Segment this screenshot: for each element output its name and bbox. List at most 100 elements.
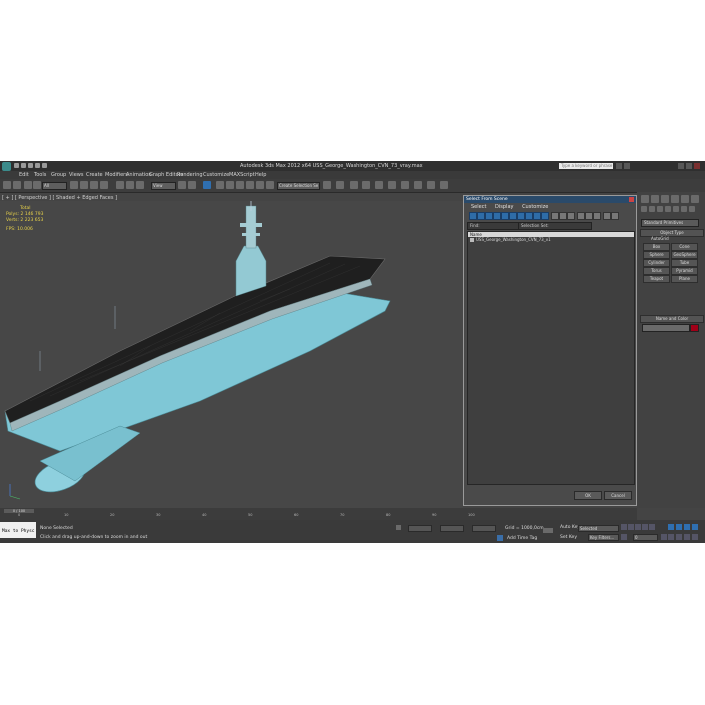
menu-create[interactable]: Create xyxy=(86,172,103,178)
dialog-menu-display[interactable]: Display xyxy=(495,203,513,211)
layer-manager-icon[interactable] xyxy=(350,181,358,189)
render-production-icon[interactable] xyxy=(440,181,448,189)
sort-icon[interactable] xyxy=(593,212,601,220)
play-icon[interactable] xyxy=(635,524,641,530)
x-coordinate-field[interactable] xyxy=(408,525,432,532)
plane-button[interactable]: Plane xyxy=(671,275,698,283)
zoom-icon[interactable] xyxy=(668,524,674,530)
cylinder-button[interactable]: Cylinder xyxy=(643,259,670,267)
selection-set-dropdown[interactable]: Selection Set: xyxy=(518,222,592,230)
new-scene-icon[interactable] xyxy=(14,163,19,168)
display-spacewarps-icon[interactable] xyxy=(509,212,517,220)
search-input[interactable]: Type a keyword or phrase xyxy=(559,163,613,169)
cameras-icon[interactable] xyxy=(665,206,671,212)
key-filters-button[interactable]: Key Filters... xyxy=(588,534,619,541)
display-groups-icon[interactable] xyxy=(517,212,525,220)
current-frame-field[interactable]: 0 xyxy=(633,534,658,541)
window-crossing-icon[interactable] xyxy=(100,181,108,189)
mirror-icon[interactable] xyxy=(266,181,274,189)
previous-frame-icon[interactable] xyxy=(628,524,634,530)
move-icon[interactable] xyxy=(116,181,124,189)
scale-icon[interactable] xyxy=(136,181,144,189)
material-editor-icon[interactable] xyxy=(401,181,409,189)
pan-view-icon[interactable] xyxy=(676,534,682,540)
perspective-viewport[interactable] xyxy=(0,201,463,508)
display-geometry-icon[interactable] xyxy=(469,212,477,220)
key-mode-toggle-icon[interactable] xyxy=(621,534,627,540)
menu-help[interactable]: Help xyxy=(255,172,266,178)
close-icon[interactable] xyxy=(629,197,634,202)
close-icon[interactable] xyxy=(694,163,700,169)
maximize-icon[interactable] xyxy=(686,163,692,169)
object-category-dropdown[interactable]: Standard Primitives xyxy=(641,219,699,227)
menu-customize[interactable]: Customize xyxy=(203,172,229,178)
align-icon[interactable] xyxy=(336,181,344,189)
menu-group[interactable]: Group xyxy=(51,172,66,178)
helpers-icon[interactable] xyxy=(673,206,679,212)
sphere-button[interactable]: Sphere xyxy=(643,251,670,259)
binoculars-icon[interactable] xyxy=(616,163,622,169)
undo-icon[interactable] xyxy=(3,181,11,189)
shapes-icon[interactable] xyxy=(649,206,655,212)
object-color-swatch[interactable] xyxy=(690,324,699,332)
systems-icon[interactable] xyxy=(689,206,695,212)
rotate-icon[interactable] xyxy=(126,181,134,189)
object-name-field[interactable] xyxy=(642,324,690,332)
orbit-icon[interactable] xyxy=(684,534,690,540)
unlink-icon[interactable] xyxy=(33,181,41,189)
utilities-tab-icon[interactable] xyxy=(691,195,699,203)
next-frame-icon[interactable] xyxy=(642,524,648,530)
cancel-button[interactable]: Cancel xyxy=(604,491,632,500)
filter-icon[interactable] xyxy=(603,212,611,220)
pivot-center-icon[interactable] xyxy=(178,181,186,189)
reference-coordinate-dropdown[interactable]: View xyxy=(151,182,176,190)
select-manipulate-icon[interactable] xyxy=(188,181,196,189)
dialog-menu-select[interactable]: Select xyxy=(471,203,486,211)
help-icon[interactable] xyxy=(624,163,630,169)
list-item[interactable]: USS_George_Washington_CVN_73_v1 xyxy=(468,237,634,243)
go-to-end-icon[interactable] xyxy=(649,524,655,530)
percent-snap-icon[interactable] xyxy=(236,181,244,189)
select-object-icon[interactable] xyxy=(70,181,78,189)
rendered-frame-window-icon[interactable] xyxy=(427,181,435,189)
y-coordinate-field[interactable] xyxy=(440,525,464,532)
find-field[interactable]: Find: xyxy=(467,222,519,230)
link-icon[interactable] xyxy=(24,181,32,189)
selection-region-icon[interactable] xyxy=(90,181,98,189)
select-by-name-icon[interactable] xyxy=(80,181,88,189)
menu-edit[interactable]: Edit xyxy=(19,172,29,178)
open-file-icon[interactable] xyxy=(21,163,26,168)
find-case-icon[interactable] xyxy=(611,212,619,220)
spacewarps-icon[interactable] xyxy=(681,206,687,212)
keyboard-shortcut-icon[interactable] xyxy=(203,181,211,189)
create-tab-icon[interactable] xyxy=(641,195,649,203)
graphite-tools-icon[interactable] xyxy=(362,181,370,189)
ok-button[interactable]: OK xyxy=(574,491,602,500)
key-icon[interactable] xyxy=(543,528,553,533)
display-shapes-icon[interactable] xyxy=(477,212,485,220)
spinner-snap-icon[interactable] xyxy=(246,181,254,189)
dialog-menu-customize[interactable]: Customize xyxy=(522,203,548,211)
curve-editor-icon[interactable] xyxy=(375,181,383,189)
angle-snap-icon[interactable] xyxy=(226,181,234,189)
motion-tab-icon[interactable] xyxy=(671,195,679,203)
minimize-icon[interactable] xyxy=(678,163,684,169)
mirror-tool-icon[interactable] xyxy=(323,181,331,189)
selection-filter-dropdown[interactable]: All xyxy=(42,182,67,190)
geosphere-button[interactable]: GeoSphere xyxy=(671,251,698,259)
display-tab-icon[interactable] xyxy=(681,195,689,203)
lights-icon[interactable] xyxy=(657,206,663,212)
key-mode-dropdown[interactable]: Selected xyxy=(578,525,619,532)
schematic-view-icon[interactable] xyxy=(388,181,396,189)
lock-selection-icon[interactable] xyxy=(396,525,401,530)
display-helpers-icon[interactable] xyxy=(501,212,509,220)
zoom-extents-icon[interactable] xyxy=(684,524,690,530)
box-button[interactable]: Box xyxy=(643,243,670,251)
geometry-icon[interactable] xyxy=(641,206,647,212)
undo-icon[interactable] xyxy=(35,163,40,168)
name-and-color-rollout[interactable]: Name and Color xyxy=(640,315,704,323)
maximize-viewport-icon[interactable] xyxy=(692,534,698,540)
timeline-ruler[interactable]: 0 10 20 30 40 50 60 70 80 90 100 xyxy=(18,513,478,519)
field-of-view-icon[interactable] xyxy=(668,534,674,540)
select-invert-icon[interactable] xyxy=(567,212,575,220)
